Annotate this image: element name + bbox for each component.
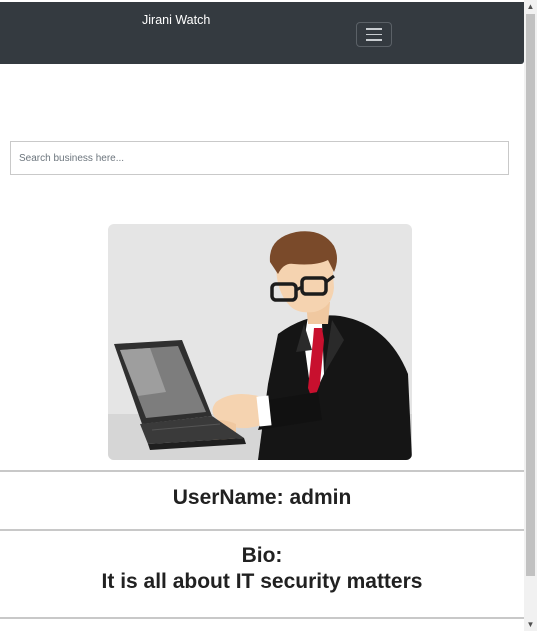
navbar-brand[interactable]: Jirani Watch [142,13,210,27]
profile-bio: Bio: It is all about IT security matters [0,543,524,595]
hamburger-menu-icon [366,28,382,30]
profile-username: UserName: admin [172,486,352,509]
bio-text: It is all about IT security matters [101,570,423,593]
navbar: Jirani Watch [0,2,524,64]
man-at-laptop-illustration [108,231,412,460]
bio-label: Bio: [241,544,283,567]
vertical-scrollbar[interactable]: ▲ ▼ [524,0,537,631]
hamburger-menu-icon [366,39,382,41]
hamburger-menu-icon [366,33,382,36]
divider [0,529,524,531]
scroll-down-arrow-icon[interactable]: ▼ [524,618,537,631]
scrollbar-thumb[interactable] [526,14,535,576]
scroll-up-arrow-icon[interactable]: ▲ [524,0,537,13]
navbar-toggler-button[interactable] [356,22,392,47]
divider [0,470,524,472]
profile-avatar [108,224,412,460]
divider [0,617,524,619]
page-viewport: Jirani Watch Search business here... Use… [0,0,524,631]
search-input[interactable] [10,141,509,175]
